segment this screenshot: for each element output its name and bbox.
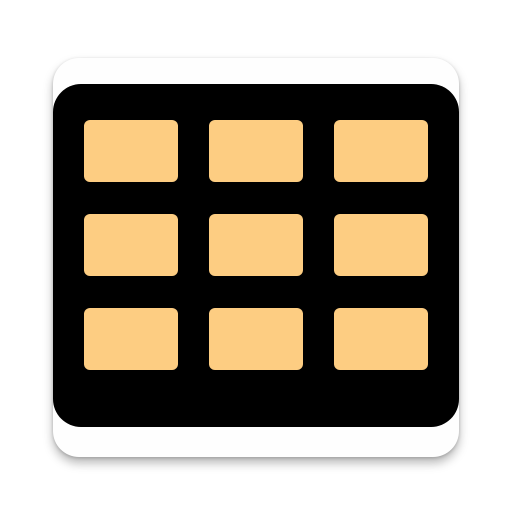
grid-cell xyxy=(209,120,303,182)
grid-cell xyxy=(84,308,178,370)
grid-app-icon[interactable] xyxy=(53,58,459,457)
grid-cell xyxy=(334,120,428,182)
grid-cell xyxy=(334,308,428,370)
grid-cell xyxy=(84,120,178,182)
grid-cell xyxy=(334,214,428,276)
grid-cell xyxy=(209,214,303,276)
grid-cell xyxy=(84,214,178,276)
app-icon-canvas xyxy=(0,0,512,512)
grid-cell xyxy=(209,308,303,370)
grid-icon xyxy=(53,84,459,427)
